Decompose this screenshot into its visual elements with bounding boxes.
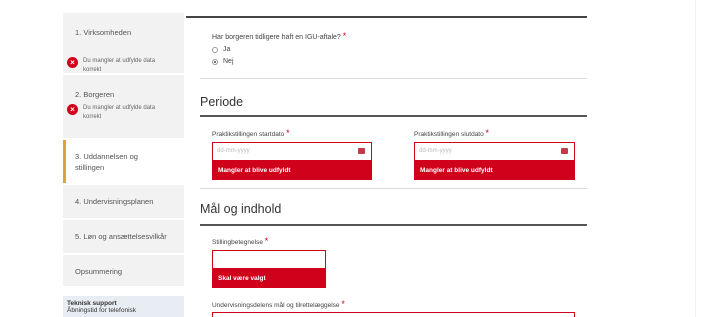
section-divider xyxy=(200,115,587,117)
sidebar-item-loen[interactable]: 5. Løn og ansættelsesvilkår xyxy=(63,220,184,254)
sidebar-item-borgeren[interactable]: 2. Borgeren × Du mangler at udfylde data… xyxy=(63,75,184,139)
sidebar: 1. Virksomheden × Du mangler at udfylde … xyxy=(63,0,184,317)
error-x-icon: × xyxy=(67,104,78,115)
support-box: Teknisk support Åbningstid for telefonis… xyxy=(63,296,184,317)
sidebar-item-label: 5. Løn og ansættelsesvilkår xyxy=(75,232,167,241)
start-date-error: Mangler at blive udfyldt xyxy=(212,161,372,180)
end-date-placeholder: dd-mm-yyyy xyxy=(419,148,452,154)
sidebar-item-virksomheden[interactable]: 1. Virksomheden × Du mangler at udfylde … xyxy=(63,13,184,74)
undervisning-textarea[interactable] xyxy=(212,312,575,317)
end-date-label: Praktikstillingen slutdato * xyxy=(414,128,489,138)
radio-nej-button[interactable] xyxy=(212,58,218,65)
stilling-error: Skal være valgt xyxy=(212,269,326,288)
undervisning-label: Undervisningsdelens mål og tilrettelægge… xyxy=(212,299,345,309)
sidebar-item-label: stillingen xyxy=(75,163,105,172)
end-date-input[interactable]: dd-mm-yyyy xyxy=(414,142,575,161)
support-hours: Åbningstid for telefonisk xyxy=(67,307,137,314)
stilling-input[interactable] xyxy=(212,250,326,269)
sidebar-item-uddannelsen[interactable]: 3. Uddannelsen og stillingen xyxy=(63,140,184,184)
radio-nej[interactable]: Nej xyxy=(212,58,234,65)
section-title-periode: Periode xyxy=(200,95,244,109)
stilling-label-text: Stillingbetegnelse xyxy=(212,239,263,246)
calendar-icon[interactable] xyxy=(358,148,365,154)
stilling-label: Stillingbetegnelse * xyxy=(212,236,268,246)
sidebar-item-label: 3. Uddannelsen og xyxy=(75,152,138,161)
top-divider xyxy=(186,16,587,18)
step-error-text: Du mangler at udfylde data korrekt xyxy=(83,105,156,120)
sidebar-item-label: 1. Virksomheden xyxy=(75,28,132,37)
start-date-placeholder: dd-mm-yyyy xyxy=(217,148,250,154)
igu-question-text: Har borgeren tidligere haft en IGU-aftal… xyxy=(212,34,341,41)
radio-nej-label: Nej xyxy=(223,58,234,65)
divider xyxy=(200,78,587,79)
section-title-maal: Mål og indhold xyxy=(200,202,282,216)
start-date-label: Praktikstillingen startdato * xyxy=(212,128,290,138)
radio-ja-button[interactable] xyxy=(212,46,218,53)
section-divider xyxy=(200,224,587,226)
start-date-label-text: Praktikstillingen startdato xyxy=(212,131,285,138)
required-marker: * xyxy=(286,128,290,138)
divider xyxy=(200,188,587,189)
calendar-icon[interactable] xyxy=(561,148,568,154)
error-x-icon: × xyxy=(67,57,78,68)
sidebar-item-undervisningsplanen[interactable]: 4. Undervisningsplanen xyxy=(63,185,184,219)
radio-ja-label: Ja xyxy=(223,46,231,53)
igu-question: Har borgeren tidligere haft en IGU-aftal… xyxy=(212,31,346,41)
required-marker: * xyxy=(341,299,345,309)
end-date-error: Mangler at blive udfyldt xyxy=(414,161,575,180)
active-step-marker xyxy=(63,140,66,183)
start-date-input[interactable]: dd-mm-yyyy xyxy=(212,142,372,161)
step-error-text: Du mangler at udfylde data korrekt xyxy=(83,58,156,73)
support-title: Teknisk support xyxy=(67,300,117,307)
sidebar-item-label: Opsummering xyxy=(75,267,123,276)
sidebar-item-label: 4. Undervisningsplanen xyxy=(75,197,154,206)
step-error: × Du mangler at udfylde data korrekt xyxy=(67,104,163,122)
page-edge xyxy=(695,0,696,317)
sidebar-item-opsummering[interactable]: Opsummering xyxy=(63,255,184,287)
undervisning-label-text: Undervisningsdelens mål og tilrettelægge… xyxy=(212,302,340,309)
end-date-label-text: Praktikstillingen slutdato xyxy=(414,131,484,138)
radio-ja[interactable]: Ja xyxy=(212,46,230,53)
sidebar-item-label: 2. Borgeren xyxy=(75,90,115,99)
required-marker: * xyxy=(342,31,347,41)
required-marker: * xyxy=(485,128,490,138)
step-error: × Du mangler at udfylde data korrekt xyxy=(67,57,163,75)
required-marker: * xyxy=(264,236,269,246)
